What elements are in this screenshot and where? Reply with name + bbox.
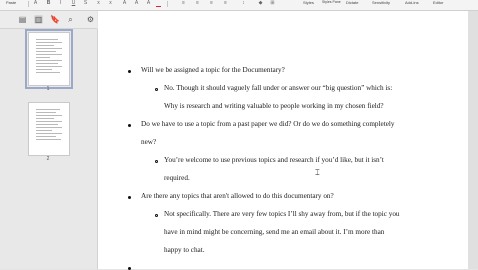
italic-icon[interactable]: I	[58, 1, 63, 6]
answer-1-line-2: Why is research and writing valuable to …	[164, 102, 384, 110]
styles-pane-button[interactable]: Styles Pane	[322, 0, 341, 5]
thumb-text-line	[36, 139, 61, 140]
ribbon-toolbar: Paste A B I U S x x A A A ≡ ≡ ≡ ≡ ↕ ◆ ⊞ …	[0, 0, 478, 11]
thumb-text-line	[36, 45, 54, 46]
page-thumbnail-sidebar: 1 2	[0, 29, 98, 269]
bullet-point	[128, 196, 131, 199]
align-center-icon[interactable]: ≡	[195, 1, 200, 6]
superscript-icon[interactable]: x	[108, 1, 113, 6]
mouse-cursor-icon: ⌶	[315, 168, 320, 177]
paste-button[interactable]: Paste	[6, 0, 16, 5]
thumb-text-line	[36, 54, 62, 55]
editor-button[interactable]: Editor	[433, 0, 443, 5]
sub-bullet	[155, 160, 158, 163]
thumb-text-line	[36, 109, 60, 110]
question-2-line-2: new?	[141, 138, 157, 146]
sub-bullet	[155, 88, 158, 91]
ribbon-divider	[167, 1, 168, 7]
bullet-point	[128, 70, 131, 73]
question-3: Are there any topics that aren't allowed…	[141, 192, 334, 200]
highlight-icon[interactable]: A	[122, 1, 127, 6]
add-ins-button[interactable]: Add-ins	[405, 0, 419, 5]
bullet-point	[128, 124, 131, 127]
question-2-line-1: Do we have to use a topic from a past pa…	[141, 120, 395, 128]
ribbon-divider	[28, 1, 29, 7]
dictate-button[interactable]: Dictate	[346, 0, 358, 5]
bookmark-icon[interactable]: 🔖	[50, 15, 60, 24]
thumb-text-line	[36, 130, 52, 131]
text-effect-icon[interactable]: A	[33, 1, 38, 6]
justify-icon[interactable]: ≡	[223, 1, 228, 6]
sub-bullet	[155, 214, 158, 217]
search-icon[interactable]: ⌕	[66, 15, 75, 24]
thumb-text-line	[36, 133, 62, 134]
font-color-swatch	[156, 6, 161, 7]
settings-icon[interactable]: ⚙	[86, 15, 95, 24]
thumb-text-line	[36, 39, 58, 40]
answer-1-line-1: No. Though it should vaguely fall under …	[164, 84, 393, 92]
sidebar-toolbar: ▤ ▥ 🔖 ⌕ ⚙	[0, 11, 97, 29]
question-1: Will we be assigned a topic for the Docu…	[141, 66, 285, 74]
line-spacing-icon[interactable]: ↕	[241, 1, 246, 6]
answer-3-line-3: happy to chat.	[164, 246, 205, 254]
pages-icon[interactable]: ▥	[34, 15, 43, 24]
thumb-text-line	[36, 112, 56, 113]
thumb-text-line	[36, 136, 56, 137]
strikethrough-icon[interactable]: S	[83, 1, 88, 6]
text-color-icon[interactable]: A	[134, 1, 139, 6]
align-left-icon[interactable]: ≡	[181, 1, 186, 6]
thumb-text-line	[36, 57, 50, 58]
bold-icon[interactable]: B	[46, 1, 51, 6]
sensitivity-button[interactable]: Sensitivity	[372, 0, 390, 5]
answer-3-line-1: Not specifically. There are very few top…	[164, 210, 400, 218]
thumb-text-line	[36, 121, 62, 122]
thumb-text-line	[36, 60, 62, 61]
thumb-text-line	[36, 42, 62, 43]
shading-icon[interactable]: ◆	[258, 1, 263, 6]
page-number-label: 1	[46, 86, 50, 92]
page-thumbnail-2[interactable]	[28, 102, 70, 156]
thumb-text-line	[36, 127, 62, 128]
thumb-text-line	[36, 72, 60, 73]
thumb-text-line	[36, 63, 58, 64]
answer-3-line-2: have in mind might be concerning, send m…	[164, 228, 385, 236]
thumb-text-line	[36, 124, 58, 125]
page-thumbnail-1[interactable]	[25, 29, 73, 89]
thumb-text-line	[36, 69, 52, 70]
thumbnails-icon[interactable]: ▤	[18, 15, 27, 24]
answer-2-line-1: You’re welcome to use previous topics an…	[164, 156, 384, 164]
thumb-text-line	[36, 66, 62, 67]
subscript-icon[interactable]: x	[96, 1, 101, 6]
thumb-text-line	[36, 51, 56, 52]
page-number-label: 2	[46, 156, 50, 162]
thumb-text-line	[36, 48, 62, 49]
underline-icon[interactable]: U	[71, 1, 76, 6]
borders-icon[interactable]: ⊞	[270, 1, 275, 6]
thumb-text-line	[36, 118, 54, 119]
align-right-icon[interactable]: ≡	[209, 1, 214, 6]
thumb-text-line	[36, 115, 62, 116]
scroll-gutter[interactable]	[468, 11, 478, 269]
answer-2-line-2: required.	[164, 174, 190, 182]
font-color-icon[interactable]: A	[146, 1, 151, 6]
styles-button[interactable]: Styles	[303, 0, 314, 5]
